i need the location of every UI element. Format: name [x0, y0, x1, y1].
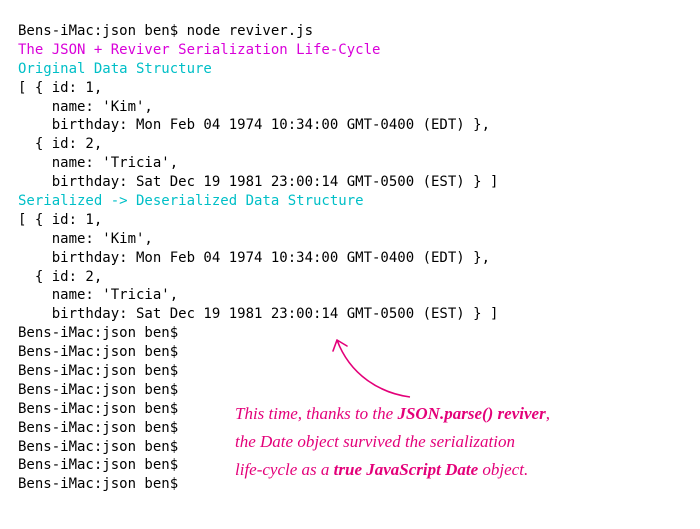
heading-original: Original Data Structure: [18, 60, 682, 79]
annotation-segment: the Date object survived the serializati…: [235, 428, 665, 456]
terminal-command: Bens-iMac:json ben$ node reviver.js: [18, 22, 682, 41]
annotation-segment: This time, thanks to the: [235, 404, 397, 423]
terminal-prompt[interactable]: Bens-iMac:json ben$: [18, 343, 682, 362]
data-line: birthday: Mon Feb 04 1974 10:34:00 GMT-0…: [18, 116, 682, 135]
heading-serialized: Serialized -> Deserialized Data Structur…: [18, 192, 682, 211]
data-line: name: 'Tricia',: [18, 286, 682, 305]
terminal-prompt[interactable]: Bens-iMac:json ben$: [18, 362, 682, 381]
data-line: [ { id: 1,: [18, 79, 682, 98]
data-line: name: 'Kim',: [18, 98, 682, 117]
annotation-segment: object.: [478, 460, 528, 479]
terminal-prompt[interactable]: Bens-iMac:json ben$: [18, 381, 682, 400]
annotation-bold: JSON.parse() reviver: [397, 404, 545, 423]
data-line: birthday: Sat Dec 19 1981 23:00:14 GMT-0…: [18, 305, 682, 324]
data-line: { id: 2,: [18, 268, 682, 287]
annotation-text: This time, thanks to the JSON.parse() re…: [235, 400, 665, 484]
data-line: { id: 2,: [18, 135, 682, 154]
title-line: The JSON + Reviver Serialization Life-Cy…: [18, 41, 682, 60]
data-line: [ { id: 1,: [18, 211, 682, 230]
terminal-prompt[interactable]: Bens-iMac:json ben$: [18, 324, 682, 343]
annotation-segment: ,: [546, 404, 550, 423]
data-line: birthday: Mon Feb 04 1974 10:34:00 GMT-0…: [18, 249, 682, 268]
data-line: name: 'Kim',: [18, 230, 682, 249]
data-line: name: 'Tricia',: [18, 154, 682, 173]
annotation-segment: life-cycle as a: [235, 460, 334, 479]
annotation-bold: true JavaScript Date: [334, 460, 479, 479]
data-line: birthday: Sat Dec 19 1981 23:00:14 GMT-0…: [18, 173, 682, 192]
